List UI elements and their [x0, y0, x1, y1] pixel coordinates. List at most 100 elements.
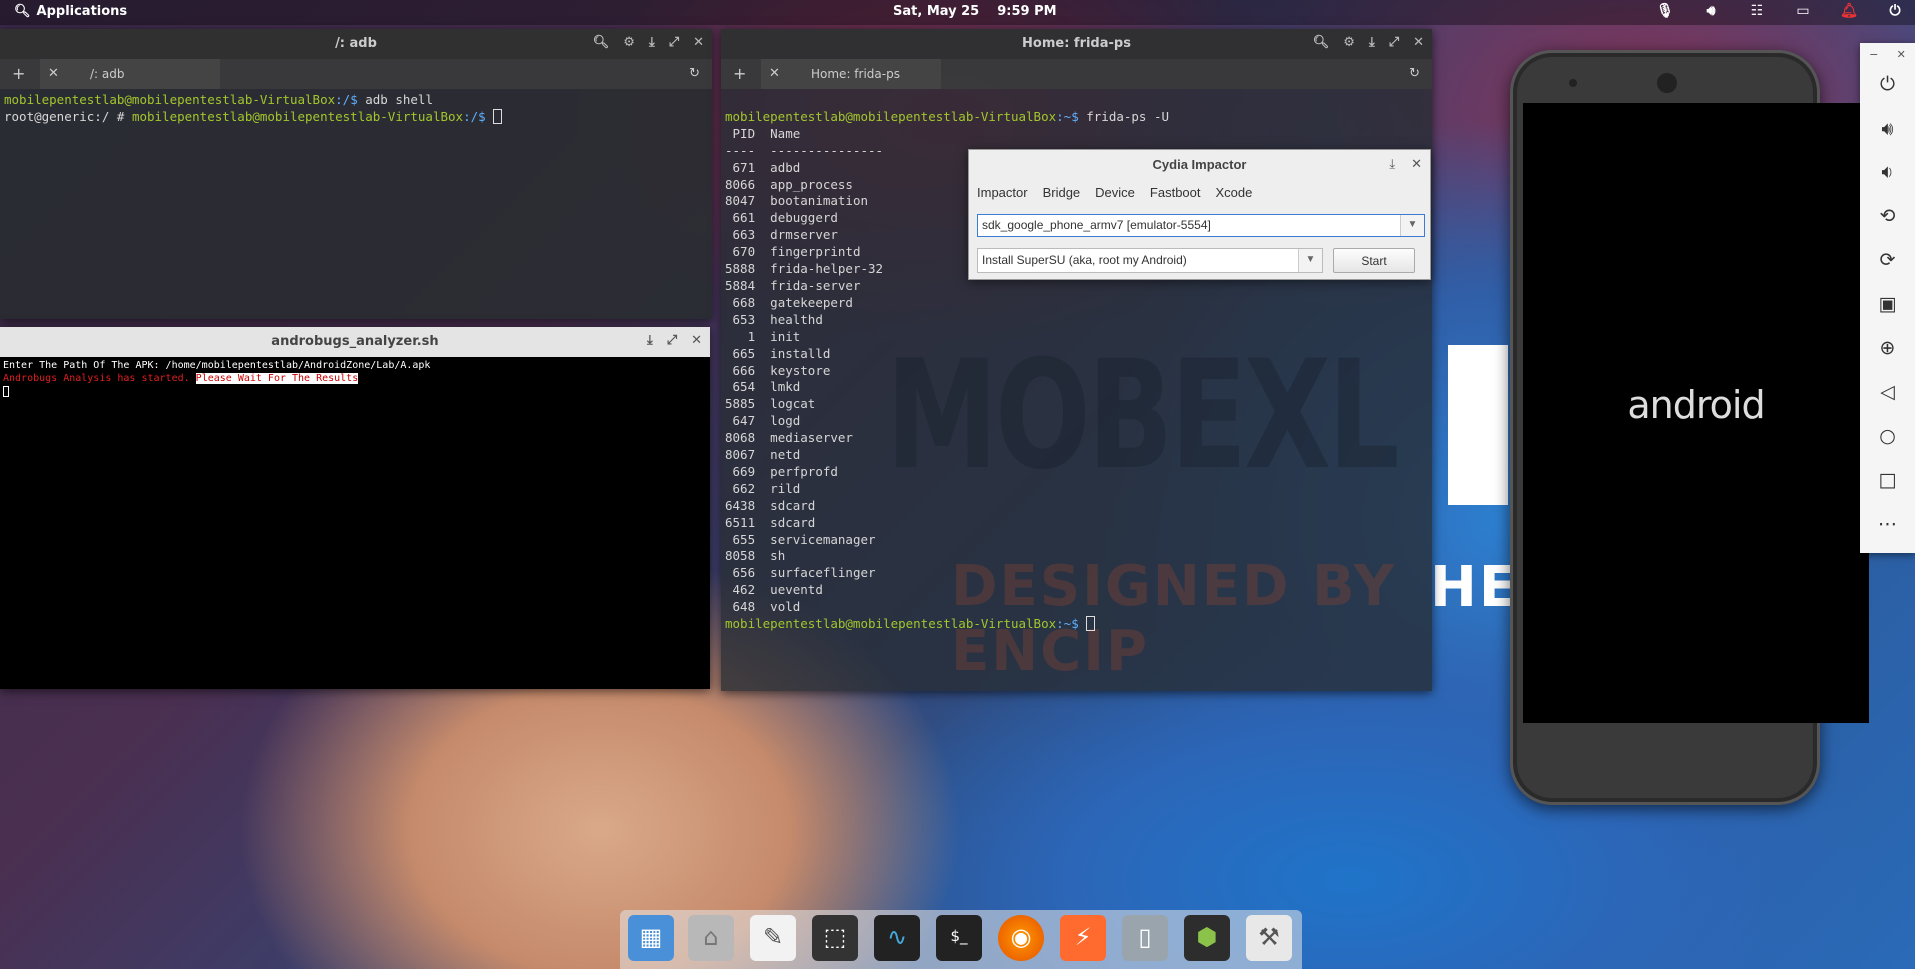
system-monitor-icon[interactable]: ∿	[874, 915, 920, 961]
cydia-menubar: Impactor Bridge Device Fastboot Xcode	[977, 185, 1252, 200]
chevron-down-icon[interactable]: ▼	[1400, 215, 1424, 236]
new-tab-icon[interactable]: +	[733, 64, 746, 83]
process-name: gatekeeperd	[770, 294, 853, 310]
process-name: sh	[770, 548, 786, 564]
minimize-icon[interactable]: ⤓	[1389, 156, 1395, 172]
minimize-icon[interactable]: ⤓	[649, 35, 655, 50]
tab-frida-ps[interactable]: ✕ Home: frida-ps	[761, 59, 941, 89]
android-emulator-icon[interactable]: ▯	[1122, 915, 1168, 961]
process-name: rild	[770, 480, 801, 496]
cydia-impactor-window[interactable]: Cydia Impactor ⤓ ✕ Impactor Bridge Devic…	[968, 149, 1431, 280]
wallpaper-subtitle-light: HE	[1430, 555, 1520, 620]
power-icon[interactable]: ⏻	[1885, 3, 1905, 19]
gear-icon[interactable]: ⚙	[1343, 35, 1355, 50]
androbugs-icon[interactable]: ⬢	[1184, 915, 1230, 961]
overview-icon[interactable]: □	[1860, 469, 1915, 499]
adb-terminal-window[interactable]: /: adb 🔍︎ ⚙ ⤓ ⤢ ✕ + ✕ /: adb ↻ mobilepen…	[0, 29, 712, 319]
maximize-icon[interactable]: ⤢	[667, 333, 677, 348]
menu-device[interactable]: Device	[1095, 185, 1135, 200]
time-label: 9:59 PM	[997, 4, 1057, 19]
process-pid: 654	[725, 379, 756, 395]
android-logo: android	[1627, 383, 1765, 427]
maximize-icon[interactable]: ⤢	[669, 35, 679, 50]
device-select[interactable]: sdk_google_phone_armv7 [emulator-5554] ▼	[977, 214, 1425, 237]
androbugs-titlebar[interactable]: androbugs_analyzer.sh ⤓ ⤢ ✕	[0, 327, 710, 357]
process-pid: 666	[725, 362, 756, 378]
tab-adb[interactable]: ✕ /: adb	[40, 59, 220, 89]
close-icon[interactable]: ✕	[1411, 156, 1422, 172]
menu-impactor[interactable]: Impactor	[977, 185, 1028, 200]
files-icon[interactable]: ⌂	[688, 915, 734, 961]
close-tab-icon[interactable]: ✕	[769, 66, 780, 81]
volume-down-icon[interactable]: 🔉︎	[1860, 161, 1915, 191]
top-panel: 🔍︎ Applications Sat, May 25 9:59 PM 🎙︎ 🔊…	[0, 0, 1915, 25]
process-pid: 6438	[725, 497, 756, 513]
frida-titlebar[interactable]: Home: frida-ps 🔍︎ ⚙ ⤓ ⤢ ✕	[721, 29, 1432, 59]
workspace-icon[interactable]: ▦	[628, 915, 674, 961]
chevron-down-icon[interactable]: ▼	[1298, 249, 1322, 272]
close-icon[interactable]: ✕	[1413, 35, 1424, 50]
process-pid: 1	[725, 328, 756, 344]
minimize-icon[interactable]: −	[1869, 48, 1878, 61]
minimize-icon[interactable]: ⤓	[647, 333, 653, 348]
text-editor-icon[interactable]: ✎	[750, 915, 796, 961]
androbugs-terminal-output[interactable]: Enter The Path Of The APK: /home/mobilep…	[0, 357, 710, 689]
close-tab-icon[interactable]: ✕	[48, 66, 59, 81]
network-icon[interactable]: ☷	[1747, 3, 1767, 19]
drill-icon[interactable]: ⚒	[1246, 915, 1292, 961]
firefox-icon[interactable]: ◉	[998, 915, 1044, 961]
close-icon[interactable]: ✕	[1897, 48, 1906, 61]
menu-bridge[interactable]: Bridge	[1043, 185, 1081, 200]
action-select[interactable]: Install SuperSU (aka, root my Android) ▼	[977, 248, 1323, 273]
process-pid: 8058	[725, 548, 756, 564]
new-tab-icon[interactable]: +	[12, 64, 25, 83]
clock[interactable]: Sat, May 25 9:59 PM	[893, 4, 1057, 19]
android-emulator-phone[interactable]: android	[1510, 50, 1869, 805]
process-pid: 5888	[725, 261, 756, 277]
start-button[interactable]: Start	[1333, 248, 1415, 273]
minimize-icon[interactable]: ⤓	[1369, 35, 1375, 50]
maximize-icon[interactable]: ⤢	[1389, 35, 1399, 50]
date-label: Sat, May 25	[893, 4, 980, 19]
close-icon[interactable]: ✕	[693, 35, 704, 50]
process-row: 653 healthd	[725, 312, 1428, 329]
process-row: 8068 mediaserver	[725, 430, 1428, 447]
menu-xcode[interactable]: Xcode	[1216, 185, 1253, 200]
gear-icon[interactable]: ⚙	[623, 35, 635, 50]
process-pid: 8066	[725, 176, 756, 192]
process-name: mediaserver	[770, 430, 853, 446]
search-icon[interactable]: 🔍︎	[593, 35, 610, 50]
screenshot-icon[interactable]: ⬚	[812, 915, 858, 961]
camera-icon[interactable]: ▣	[1860, 293, 1915, 323]
adb-titlebar[interactable]: /: adb 🔍︎ ⚙ ⤓ ⤢ ✕	[0, 29, 712, 59]
search-icon[interactable]: 🔍︎	[1313, 35, 1330, 50]
frida-terminal-window[interactable]: Home: frida-ps 🔍︎ ⚙ ⤓ ⤢ ✕ + ✕ Home: frid…	[721, 29, 1432, 691]
terminal-icon[interactable]: $_	[936, 915, 982, 961]
volume-icon[interactable]: 🔊︎	[1701, 3, 1721, 19]
more-icon[interactable]: ⋯	[1860, 513, 1915, 543]
history-icon[interactable]: ↻	[689, 66, 700, 81]
mic-icon[interactable]: 🎙︎	[1655, 3, 1675, 19]
frida-tabbar: + ✕ Home: frida-ps ↻	[721, 59, 1432, 89]
terminal-line: Enter The Path Of The APK: /home/mobilep…	[3, 360, 431, 371]
process-name: vold	[770, 599, 801, 615]
zoom-icon[interactable]: ⊕	[1860, 337, 1915, 367]
applications-menu[interactable]: 🔍︎ Applications	[14, 4, 127, 19]
menu-fastboot[interactable]: Fastboot	[1150, 185, 1201, 200]
volume-up-icon[interactable]: 🔊︎	[1860, 118, 1915, 148]
rotate-left-icon[interactable]: ⟲	[1860, 205, 1915, 235]
power-icon[interactable]: ⏻	[1860, 73, 1915, 103]
androbugs-terminal-window[interactable]: androbugs_analyzer.sh ⤓ ⤢ ✕ Enter The Pa…	[0, 327, 710, 689]
burp-suite-icon[interactable]: ⚡	[1060, 915, 1106, 961]
process-row: 462 ueventd	[725, 582, 1428, 599]
rotate-right-icon[interactable]: ⟳	[1860, 249, 1915, 279]
battery-icon[interactable]: ▭	[1793, 3, 1813, 19]
notifications-icon[interactable]: 🔔︎	[1839, 3, 1859, 19]
back-icon[interactable]: ◁	[1860, 381, 1915, 411]
adb-terminal-output[interactable]: mobilepentestlab@mobilepentestlab-Virtua…	[0, 89, 712, 319]
history-icon[interactable]: ↻	[1409, 66, 1420, 81]
process-pid: 8067	[725, 447, 756, 463]
home-icon[interactable]: ○	[1860, 425, 1915, 455]
phone-screen[interactable]: android	[1523, 103, 1869, 723]
close-icon[interactable]: ✕	[691, 333, 702, 348]
